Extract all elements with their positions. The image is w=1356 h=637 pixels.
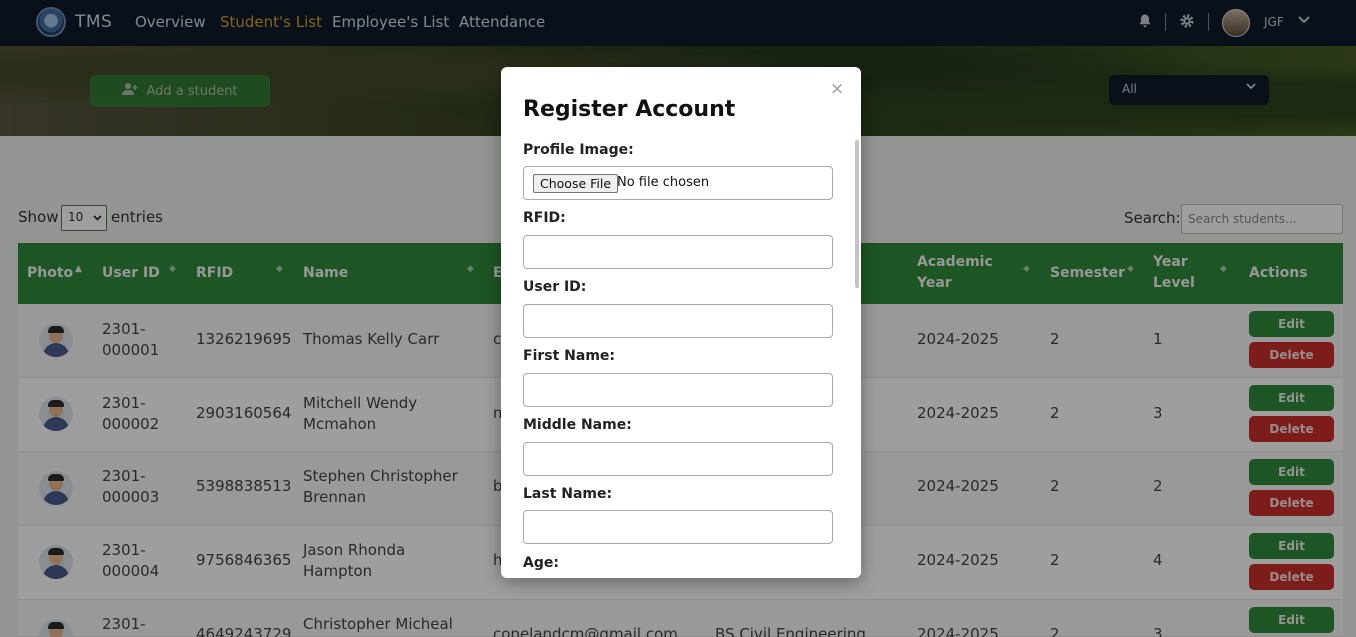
age-label: Age: bbox=[523, 555, 559, 571]
last-name-field[interactable] bbox=[523, 510, 833, 544]
close-icon[interactable]: × bbox=[830, 79, 844, 99]
middle-name-field[interactable] bbox=[523, 442, 833, 476]
modal-title: Register Account bbox=[523, 97, 736, 122]
user-id-field[interactable] bbox=[523, 304, 833, 338]
rfid-field[interactable] bbox=[523, 235, 833, 269]
register-account-modal: × Register Account Profile Image: Choose… bbox=[501, 67, 861, 578]
first-name-field[interactable] bbox=[523, 373, 833, 407]
modal-scrollbar[interactable] bbox=[855, 140, 859, 288]
first-name-label: First Name: bbox=[523, 348, 616, 364]
profile-image-input[interactable]: Choose File No file chosen bbox=[523, 166, 833, 200]
file-status: No file chosen bbox=[617, 175, 710, 190]
rfid-label: RFID: bbox=[523, 210, 566, 226]
choose-file-button[interactable]: Choose File bbox=[533, 174, 619, 193]
profile-image-label: Profile Image: bbox=[523, 142, 634, 158]
last-name-label: Last Name: bbox=[523, 486, 613, 502]
middle-name-label: Middle Name: bbox=[523, 417, 632, 433]
user-id-label: User ID: bbox=[523, 279, 587, 295]
